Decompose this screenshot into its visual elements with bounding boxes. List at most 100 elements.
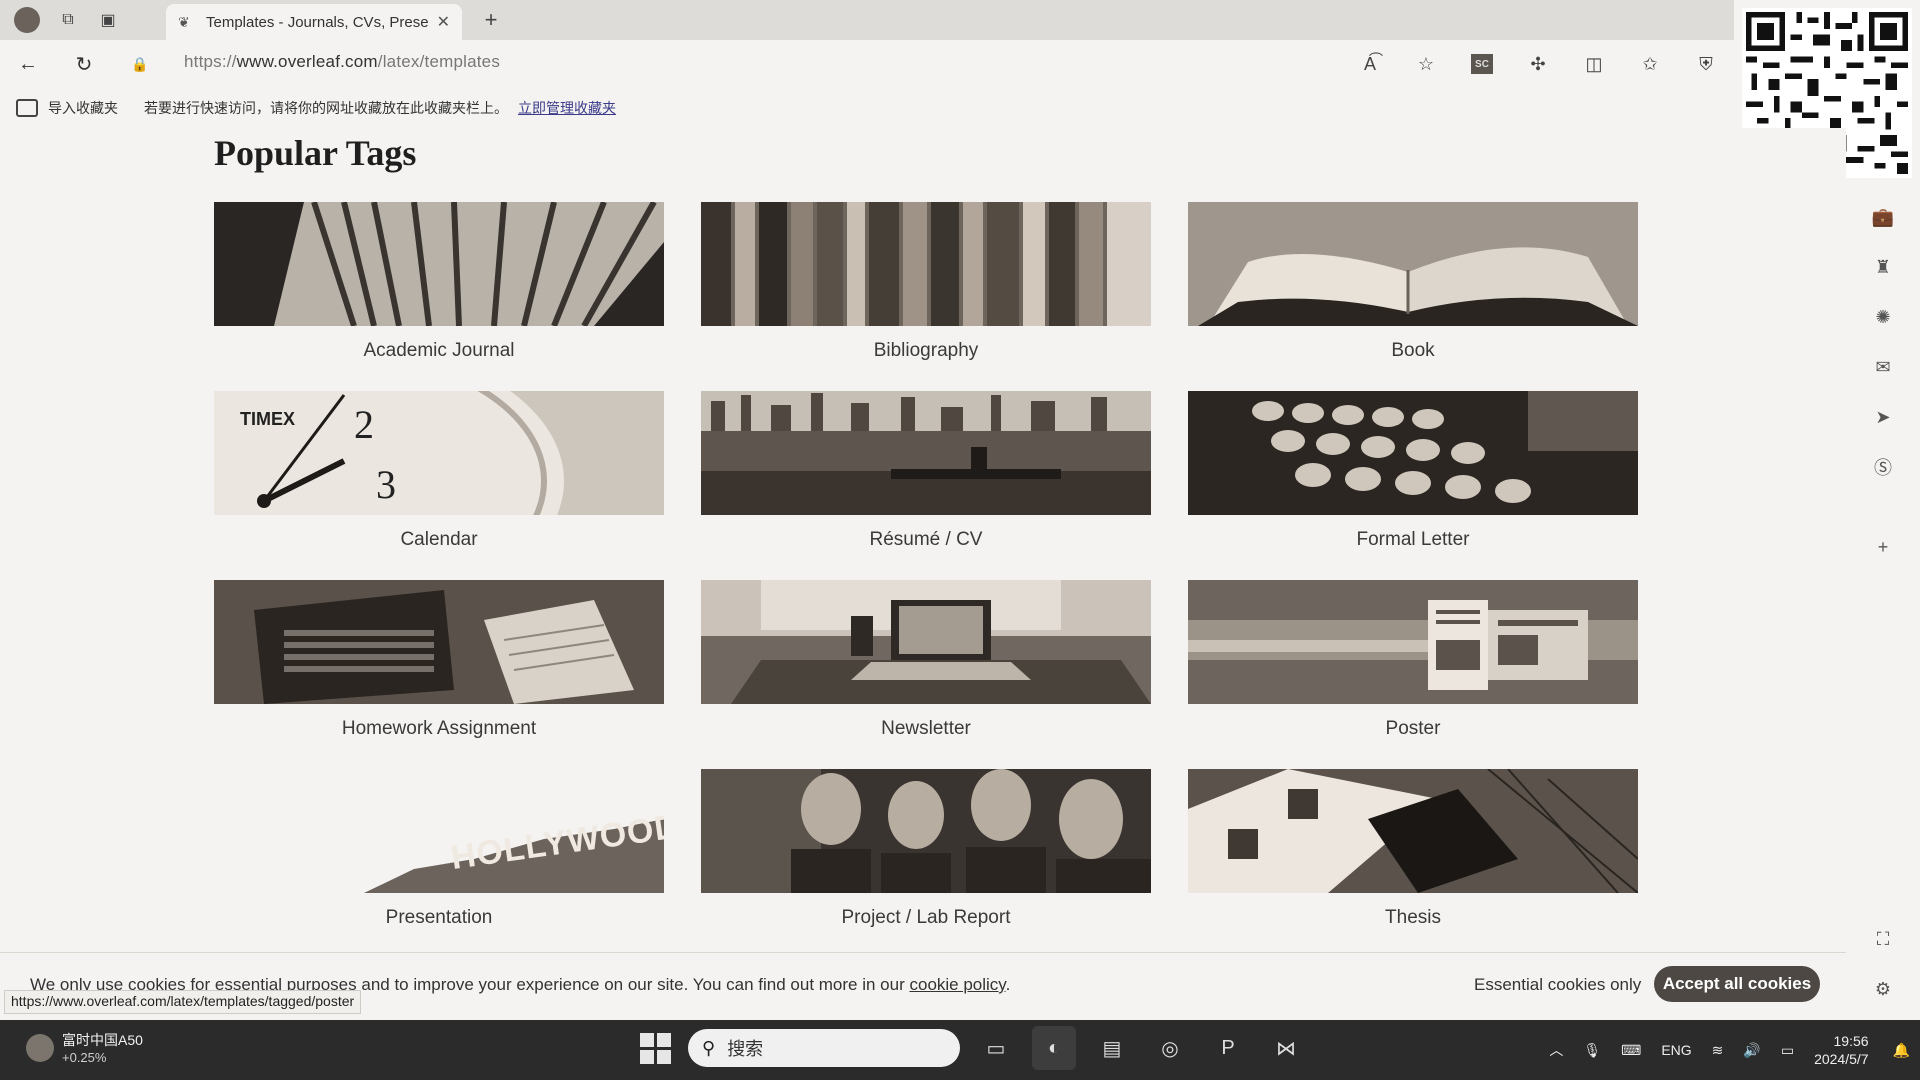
tag-card-thesis[interactable]: Thesis	[1188, 769, 1638, 958]
favorite-star-icon[interactable]: ☆	[1398, 40, 1454, 88]
extensions-icon[interactable]: ✣	[1510, 40, 1566, 88]
powerpoint-app-icon[interactable]: P	[1206, 1026, 1250, 1070]
import-favorites-label: 导入收藏夹	[48, 100, 118, 116]
show-hidden-icons-icon[interactable]: ︿	[1549, 1040, 1563, 1060]
stock-change: +0.25%	[62, 1050, 107, 1065]
import-favorites-button[interactable]: 导入收藏夹	[16, 98, 118, 118]
tag-card-poster[interactable]: Poster	[1188, 580, 1638, 769]
overleaf-favicon-icon: ❦	[178, 13, 190, 30]
tag-card-formal-letter[interactable]: Formal Letter	[1188, 391, 1638, 580]
notification-bell-icon[interactable]: 🔔	[1893, 1042, 1910, 1059]
tag-label[interactable]: Thesis	[1188, 907, 1638, 929]
accept-all-cookies-button[interactable]: Accept all cookies	[1654, 966, 1820, 1002]
tag-card-book[interactable]: Book	[1188, 202, 1638, 391]
formal-letter-image[interactable]	[1188, 391, 1638, 515]
file-explorer-icon[interactable]: ▤	[1090, 1026, 1134, 1070]
tag-label[interactable]: Book	[1188, 340, 1638, 362]
sidebar-settings-icon[interactable]: ⚙	[1870, 976, 1896, 1002]
vscode-app-icon[interactable]: ⋈	[1264, 1026, 1308, 1070]
newsletter-image[interactable]	[701, 580, 1151, 704]
bibliography-image[interactable]	[701, 202, 1151, 326]
tag-label[interactable]: Homework Assignment	[214, 718, 664, 740]
tag-label[interactable]: Newsletter	[701, 718, 1151, 740]
cookie-policy-link[interactable]: cookie policy	[909, 975, 1005, 994]
sc-extension-button[interactable]: SC	[1454, 40, 1510, 88]
task-view-icon[interactable]: ▭	[974, 1026, 1018, 1070]
edge-app-icon[interactable]: ◐	[1032, 1026, 1076, 1070]
battery-icon[interactable]: ▭	[1781, 1042, 1794, 1059]
url-field[interactable]: https://www.overleaf.com/latex/templates	[184, 52, 500, 72]
tag-card-academic-journal[interactable]: Academic Journal	[214, 202, 664, 391]
favorites-bar-message: 若要进行快速访问，请将你的网址收藏放在此收藏夹栏上。	[144, 100, 508, 116]
site-info-icon[interactable]: 🔒	[112, 40, 168, 88]
system-tray: ︿ 🎙 ⌨ ENG ≋ 🔊 ▭ 19:56 2024/5/7 🔔	[1539, 1020, 1920, 1080]
templates-page: Popular Tags Academic Journal Bibliograp…	[0, 128, 1846, 1020]
calendar-image[interactable]: TIMEX 2 3	[214, 391, 664, 515]
tab-overleaf-templates[interactable]: ❦ Templates - Journals, CVs, Presen ✕	[166, 4, 462, 40]
volume-icon[interactable]: 🔊	[1743, 1042, 1760, 1059]
clock-date: 2024/5/7	[1814, 1051, 1869, 1067]
clock-number-2: 2	[354, 402, 374, 447]
thesis-image[interactable]	[1188, 769, 1638, 893]
screenshot-icon[interactable]: ⛶	[1870, 926, 1896, 952]
input-language[interactable]: ENG	[1661, 1042, 1691, 1058]
taskbar-search[interactable]: ⚲ 搜索	[688, 1029, 960, 1067]
essential-cookies-button[interactable]: Essential cookies only	[1474, 975, 1641, 995]
manage-favorites-link[interactable]: 立即管理收藏夹	[518, 98, 616, 118]
tag-label[interactable]: Bibliography	[701, 340, 1151, 362]
briefcase-icon[interactable]: 💼	[1870, 204, 1896, 230]
tag-label[interactable]: Formal Letter	[1188, 529, 1638, 551]
tag-label[interactable]: Project / Lab Report	[701, 907, 1151, 929]
chess-icon[interactable]: ♜	[1870, 254, 1896, 280]
homework-assignment-image[interactable]	[214, 580, 664, 704]
read-aloud-icon[interactable]: A͡	[1342, 40, 1398, 88]
stock-widget[interactable]: 富时中国A50 +0.25%	[26, 1030, 143, 1065]
favorites-list-icon[interactable]: ✩	[1622, 40, 1678, 88]
wifi-icon[interactable]: ≋	[1712, 1042, 1724, 1059]
start-button[interactable]	[636, 1029, 674, 1067]
browser-essentials-icon[interactable]: ⛨	[1678, 40, 1734, 88]
collections-icon[interactable]: ⧉	[48, 0, 88, 40]
keyboard-icon[interactable]: ⌨	[1621, 1042, 1641, 1059]
tag-label[interactable]: Presentation	[214, 907, 664, 929]
send-icon[interactable]: ➤	[1870, 404, 1896, 430]
tag-card-homework-assignment[interactable]: Homework Assignment	[214, 580, 664, 769]
profile-avatar[interactable]	[14, 7, 40, 33]
split-screen-icon[interactable]: ◫	[1566, 40, 1622, 88]
url-domain: www.overleaf.com	[236, 52, 378, 71]
tag-card-calendar[interactable]: TIMEX 2 3 Calendar	[214, 391, 664, 580]
add-sidebar-app-icon[interactable]: +	[1870, 534, 1896, 560]
search-placeholder: 搜索	[727, 1039, 764, 1059]
back-button[interactable]: ←	[0, 40, 56, 88]
tag-label[interactable]: Résumé / CV	[701, 529, 1151, 551]
microphone-icon[interactable]: 🎙	[1583, 1042, 1601, 1059]
tab-strip: ⧉ ▣ ❦ Templates - Journals, CVs, Presen …	[0, 0, 1734, 40]
academic-journal-image[interactable]	[214, 202, 664, 326]
tag-card-bibliography[interactable]: Bibliography	[701, 202, 1151, 391]
resume-cv-image[interactable]	[701, 391, 1151, 515]
tag-card-resume-cv[interactable]: Résumé / CV	[701, 391, 1151, 580]
presentation-image[interactable]: HOLLYWOOD	[214, 769, 664, 893]
copilot-icon[interactable]: ✺	[1870, 304, 1896, 330]
tag-label[interactable]: Academic Journal	[214, 340, 664, 362]
project-lab-report-image[interactable]	[701, 769, 1151, 893]
tag-card-presentation[interactable]: HOLLYWOOD Presentation	[214, 769, 664, 958]
new-tab-button[interactable]: +	[474, 0, 508, 40]
tag-label[interactable]: Calendar	[214, 529, 664, 551]
close-tab-icon[interactable]: ✕	[437, 12, 450, 32]
tab-actions-icon[interactable]: ▣	[88, 0, 128, 40]
tag-label[interactable]: Poster	[1188, 718, 1638, 740]
tag-card-newsletter[interactable]: Newsletter	[701, 580, 1151, 769]
skype-icon[interactable]: Ⓢ	[1870, 454, 1896, 480]
stock-widget-icon	[26, 1033, 54, 1062]
poster-image[interactable]	[1188, 580, 1638, 704]
clock[interactable]: 19:56 2024/5/7	[1814, 1032, 1869, 1068]
import-favorites-icon	[16, 99, 38, 117]
book-image[interactable]	[1188, 202, 1638, 326]
tab-title: Templates - Journals, CVs, Presen	[206, 13, 429, 31]
search-icon: ⚲	[702, 1037, 716, 1058]
tag-card-project-lab-report[interactable]: Project / Lab Report	[701, 769, 1151, 958]
outlook-icon[interactable]: ✉	[1870, 354, 1896, 380]
refresh-button[interactable]: ↻	[56, 40, 112, 88]
chrome-app-icon[interactable]: ◎	[1148, 1026, 1192, 1070]
